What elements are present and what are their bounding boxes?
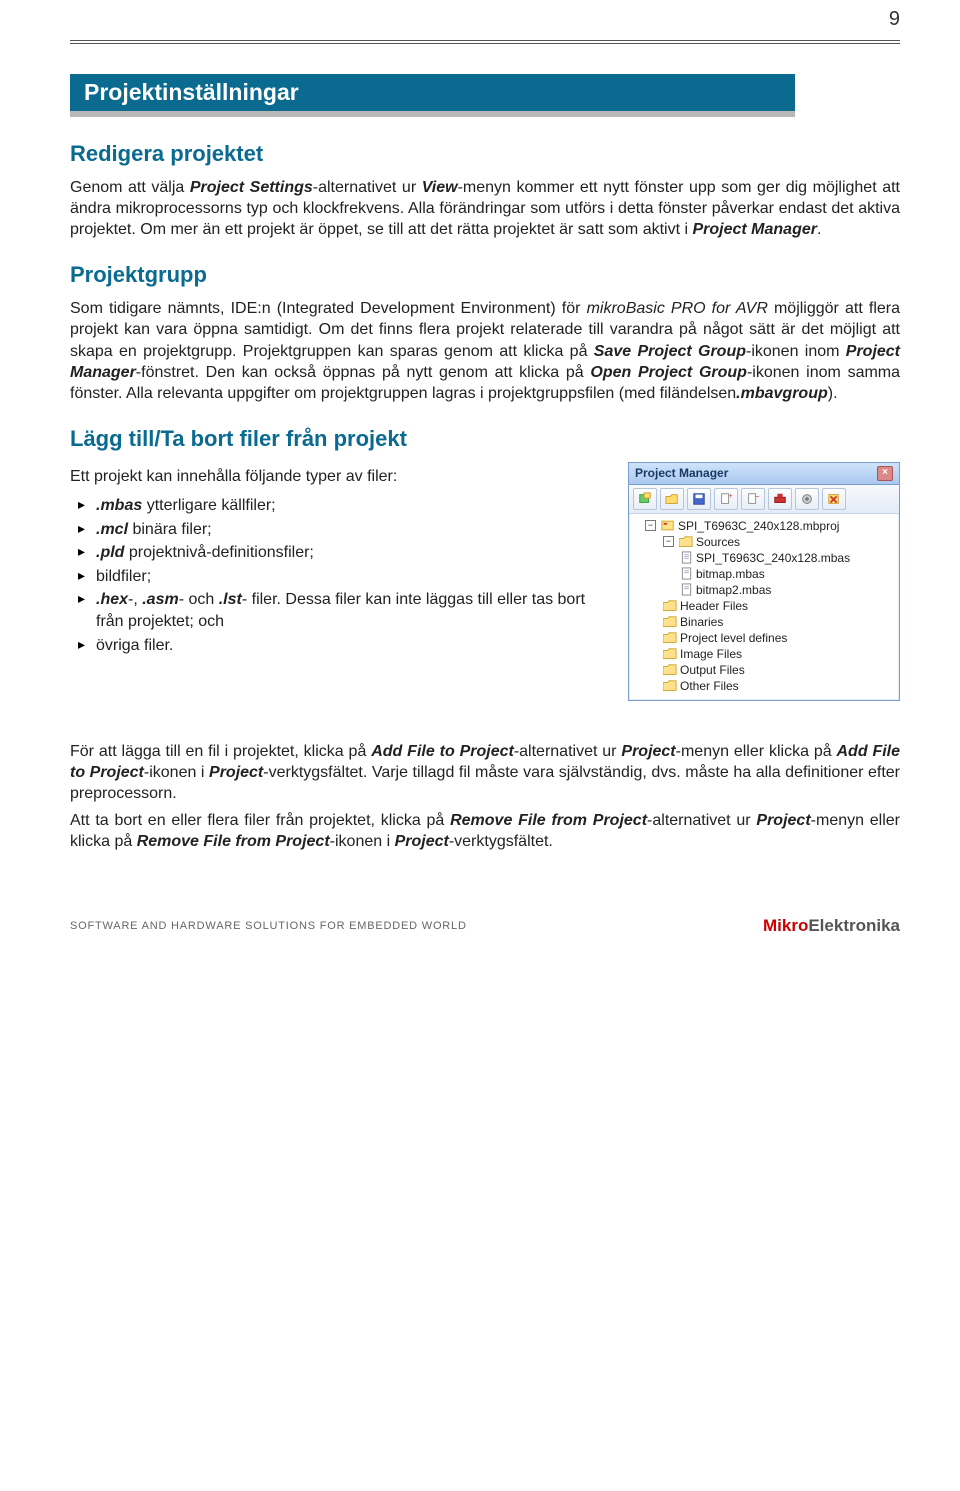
term-add-file: Add File to Project bbox=[371, 743, 514, 760]
tree-folder-sources[interactable]: − Sources bbox=[631, 534, 897, 550]
list-item: .mbas ytterligare källfiler; bbox=[78, 495, 608, 517]
tree-file[interactable]: SPI_T6963C_240x128.mbas bbox=[631, 550, 897, 566]
folder-icon bbox=[663, 616, 677, 628]
tree-label: Other Files bbox=[680, 679, 739, 693]
new-project-icon bbox=[638, 492, 652, 506]
svg-text:+: + bbox=[729, 493, 733, 500]
tree-folder[interactable]: Image Files bbox=[631, 646, 897, 662]
section-heading-addremove: Lägg till/Ta bort filer från projekt bbox=[70, 426, 900, 452]
panel-title: Project Manager bbox=[635, 466, 728, 480]
page-footer: SOFTWARE AND HARDWARE SOLUTIONS FOR EMBE… bbox=[70, 912, 900, 936]
toolbar-button[interactable]: + bbox=[714, 488, 738, 510]
tree-label: Image Files bbox=[680, 647, 742, 661]
toolbar-button[interactable] bbox=[660, 488, 684, 510]
term-project-settings: Project Settings bbox=[190, 179, 313, 196]
section-heading-edit: Redigera projektet bbox=[70, 141, 900, 167]
toolbar-button[interactable] bbox=[795, 488, 819, 510]
tree-label: SPI_T6963C_240x128.mbas bbox=[696, 551, 850, 565]
folder-icon bbox=[663, 680, 677, 692]
add-file-icon: + bbox=[719, 492, 733, 506]
tree-folder[interactable]: Binaries bbox=[631, 614, 897, 630]
tree-folder[interactable]: Header Files bbox=[631, 598, 897, 614]
paragraph-remove-file: Att ta bort en eller flera filer från pr… bbox=[70, 810, 900, 852]
source-file-icon bbox=[681, 567, 693, 580]
folder-open-icon bbox=[679, 536, 693, 548]
folder-icon bbox=[663, 664, 677, 676]
project-tree: − SPI_T6963C_240x128.mbproj − Sources SP… bbox=[629, 514, 899, 700]
tree-label: Output Files bbox=[680, 663, 745, 677]
term-project-manager: Project Manager bbox=[692, 221, 816, 238]
list-item: .mcl binära filer; bbox=[78, 519, 608, 541]
tree-file[interactable]: bitmap2.mbas bbox=[631, 582, 897, 598]
list-item: övriga filer. bbox=[78, 635, 608, 657]
paragraph-project-group: Som tidigare nämnts, IDE:n (Integrated D… bbox=[70, 298, 900, 404]
tree-label: SPI_T6963C_240x128.mbproj bbox=[678, 519, 839, 533]
brand-logo: MikroElektronika bbox=[763, 916, 900, 936]
term-open-project-group: Open Project Group bbox=[590, 364, 747, 381]
tree-label: Project level defines bbox=[680, 631, 787, 645]
tree-label: Sources bbox=[696, 535, 740, 549]
toolbar-button[interactable] bbox=[687, 488, 711, 510]
collapse-icon[interactable]: − bbox=[645, 520, 656, 531]
tree-label: Binaries bbox=[680, 615, 723, 629]
tree-label: bitmap.mbas bbox=[696, 567, 765, 581]
folder-icon bbox=[663, 632, 677, 644]
page-title-bar: Projektinställningar bbox=[70, 74, 795, 117]
tree-file[interactable]: bitmap.mbas bbox=[631, 566, 897, 582]
close-icon[interactable]: × bbox=[877, 466, 893, 481]
toolbar-button[interactable] bbox=[633, 488, 657, 510]
header-rule bbox=[70, 40, 900, 44]
tree-root[interactable]: − SPI_T6963C_240x128.mbproj bbox=[631, 518, 897, 534]
panel-titlebar: Project Manager × bbox=[629, 463, 899, 485]
tree-folder[interactable]: Output Files bbox=[631, 662, 897, 678]
term-save-project-group: Save Project Group bbox=[594, 343, 746, 360]
term-mbavgroup: .mbavgroup bbox=[736, 385, 828, 402]
source-file-icon bbox=[681, 583, 693, 596]
term-remove-file: Remove File from Project bbox=[450, 812, 647, 829]
folder-icon bbox=[663, 648, 677, 660]
file-types-list: .mbas ytterligare källfiler; .mcl binära… bbox=[70, 495, 608, 656]
list-item: bildfiler; bbox=[78, 566, 608, 588]
svg-text:−: − bbox=[755, 492, 760, 501]
list-item: .hex-, .asm- och .lst- filer. Dessa file… bbox=[78, 589, 608, 632]
paragraph-edit-project: Genom att välja Project Settings-alterna… bbox=[70, 177, 900, 240]
panel-toolbar: + − bbox=[629, 485, 899, 514]
list-item: .pld projektnivå-definitionsfiler; bbox=[78, 542, 608, 564]
footer-tagline: SOFTWARE AND HARDWARE SOLUTIONS FOR EMBE… bbox=[70, 920, 467, 932]
toolbar-button[interactable] bbox=[822, 488, 846, 510]
close-project-icon bbox=[827, 492, 841, 506]
project-icon bbox=[661, 519, 675, 532]
file-types-intro: Ett projekt kan innehålla följande typer… bbox=[70, 466, 608, 487]
tree-folder[interactable]: Project level defines bbox=[631, 630, 897, 646]
tree-label: Header Files bbox=[680, 599, 748, 613]
remove-file-icon: − bbox=[746, 492, 760, 506]
collapse-icon[interactable]: − bbox=[663, 536, 674, 547]
term-view: View bbox=[422, 179, 458, 196]
term-mikrobasic: mikroBasic PRO for AVR bbox=[587, 300, 768, 317]
tree-folder[interactable]: Other Files bbox=[631, 678, 897, 694]
settings-icon bbox=[800, 492, 814, 506]
toolbar-button[interactable]: − bbox=[741, 488, 765, 510]
save-group-icon bbox=[692, 492, 706, 506]
open-project-icon bbox=[665, 492, 679, 506]
build-icon bbox=[773, 492, 787, 506]
project-manager-panel: Project Manager × + − − SPI_T6963C_240x1… bbox=[628, 462, 900, 701]
tree-label: bitmap2.mbas bbox=[696, 583, 771, 597]
source-file-icon bbox=[681, 551, 693, 564]
section-heading-group: Projektgrupp bbox=[70, 262, 900, 288]
toolbar-button[interactable] bbox=[768, 488, 792, 510]
page-number: 9 bbox=[889, 8, 900, 31]
folder-icon bbox=[663, 600, 677, 612]
paragraph-add-file: För att lägga till en fil i projektet, k… bbox=[70, 741, 900, 804]
